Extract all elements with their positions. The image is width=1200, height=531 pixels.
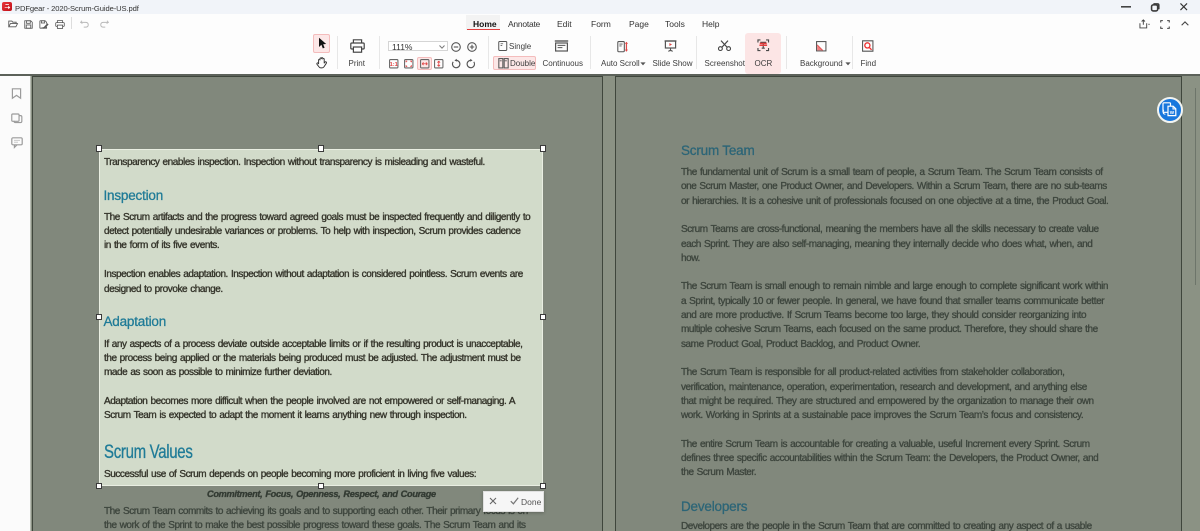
- svg-text:W: W: [1170, 110, 1175, 115]
- svg-text:1:1: 1:1: [389, 62, 397, 68]
